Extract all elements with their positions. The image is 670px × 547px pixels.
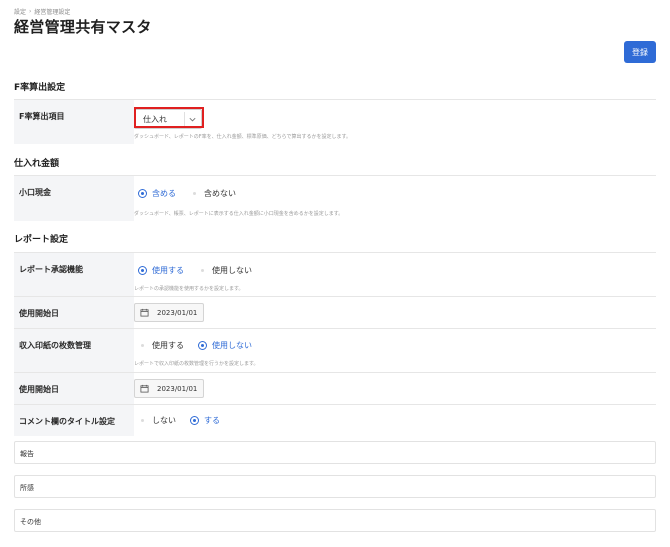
help-text: レポートの承認機能を使用するかを設定します。 (134, 286, 244, 292)
row-label: 使用開始日 (14, 373, 134, 404)
stamp-radio-group: 使用する 使用しない (138, 340, 252, 351)
calendar-icon (140, 384, 149, 393)
comment-field-report[interactable]: 報告 (14, 441, 656, 464)
row-content: 使用する 使用しない レポートで収入印紙の枚数管理を行うかを設定します。 (134, 329, 656, 372)
approval-start-date-input[interactable]: 2023/01/01 (134, 303, 204, 322)
radio-include[interactable]: 含める (138, 188, 176, 199)
f-rate-item-select[interactable]: 仕入れ (134, 109, 202, 129)
petty-cash-radio-group: 含める 含めない (138, 188, 236, 199)
chevron-down-icon (189, 117, 196, 122)
breadcrumb: 設定 › 経営管理設定 (14, 7, 70, 16)
row-f-rate-item: F率算出項目 仕入れ ダッシュボード、レポートのF率を、仕入れ金額、標準原価、ど… (14, 99, 656, 144)
row-content: 2023/01/01 (134, 297, 656, 328)
row-label: コメント欄のタイトル設定 (14, 405, 134, 436)
section-title-report: レポート設定 (14, 235, 69, 245)
row-content: 含める 含めない ダッシュボード、帳票、レポートに表示する仕入れ金額に小口現金を… (134, 176, 656, 221)
comment-field-impression[interactable]: 所感 (14, 475, 656, 498)
breadcrumb-separator: › (29, 8, 32, 15)
row-stamp-management: 収入印紙の枚数管理 使用する 使用しない レポートで収入印紙の枚数管理を行うかを… (14, 328, 656, 372)
row-stamp-start-date: 使用開始日 2023/01/01 (14, 372, 656, 404)
help-text: レポートで収入印紙の枚数管理を行うかを設定します。 (134, 361, 259, 367)
comment-field-other[interactable]: その他 (14, 509, 656, 532)
radio-approval-not-use[interactable]: 使用しない (198, 265, 252, 276)
save-button[interactable]: 登録 (624, 41, 656, 63)
radio-checked-icon (138, 266, 147, 275)
row-label: 使用開始日 (14, 297, 134, 328)
section-title-f-rate: F率算出設定 (14, 83, 66, 93)
row-content: しない する (134, 405, 656, 436)
radio-checked-icon (198, 341, 207, 350)
select-divider (184, 112, 185, 126)
row-content: 2023/01/01 (134, 373, 656, 404)
date-value: 2023/01/01 (157, 385, 198, 393)
row-comment-title: コメント欄のタイトル設定 しない する (14, 404, 656, 436)
row-label: レポート承認機能 (14, 253, 134, 296)
row-content: 仕入れ ダッシュボード、レポートのF率を、仕入れ金額、標準原価、どちらで算出する… (134, 100, 656, 144)
comment-title-radio-group: しない する (138, 415, 220, 426)
radio-unchecked-icon (141, 344, 144, 347)
row-label: F率算出項目 (14, 100, 134, 144)
row-content: 使用する 使用しない レポートの承認機能を使用するかを設定します。 (134, 253, 656, 296)
help-text: ダッシュボード、帳票、レポートに表示する仕入れ金額に小口現金を含めるかを設定しま… (134, 211, 344, 217)
help-text: ダッシュボード、レポートのF率を、仕入れ金額、標準原価、どちらで算出するかを設定… (134, 134, 352, 140)
radio-unchecked-icon (193, 192, 196, 195)
radio-stamp-not-use[interactable]: 使用しない (198, 340, 252, 351)
section-title-purchase: 仕入れ金額 (14, 159, 60, 169)
row-label: 小口現金 (14, 176, 134, 221)
radio-checked-icon (138, 189, 147, 198)
radio-comment-yes[interactable]: する (190, 415, 220, 426)
row-label: 収入印紙の枚数管理 (14, 329, 134, 372)
radio-approval-use[interactable]: 使用する (138, 265, 184, 276)
breadcrumb-item-settings[interactable]: 設定 (14, 7, 26, 16)
radio-comment-no[interactable]: しない (138, 415, 176, 426)
row-report-approval: レポート承認機能 使用する 使用しない レポートの承認機能を使用するかを設定しま… (14, 252, 656, 296)
row-petty-cash: 小口現金 含める 含めない ダッシュボード、帳票、レポートに表示する仕入れ金額に… (14, 175, 656, 221)
radio-exclude[interactable]: 含めない (190, 188, 236, 199)
select-value: 仕入れ (143, 115, 167, 124)
row-approval-start-date: 使用開始日 2023/01/01 (14, 296, 656, 328)
stamp-start-date-input[interactable]: 2023/01/01 (134, 379, 204, 398)
radio-unchecked-icon (201, 269, 204, 272)
breadcrumb-item-management-settings[interactable]: 経営管理設定 (34, 7, 70, 16)
radio-stamp-use[interactable]: 使用する (138, 340, 184, 351)
page-title: 経営管理共有マスタ (14, 18, 152, 36)
radio-unchecked-icon (141, 419, 144, 422)
radio-checked-icon (190, 416, 199, 425)
date-value: 2023/01/01 (157, 309, 198, 317)
calendar-icon (140, 308, 149, 317)
approval-radio-group: 使用する 使用しない (138, 265, 252, 276)
